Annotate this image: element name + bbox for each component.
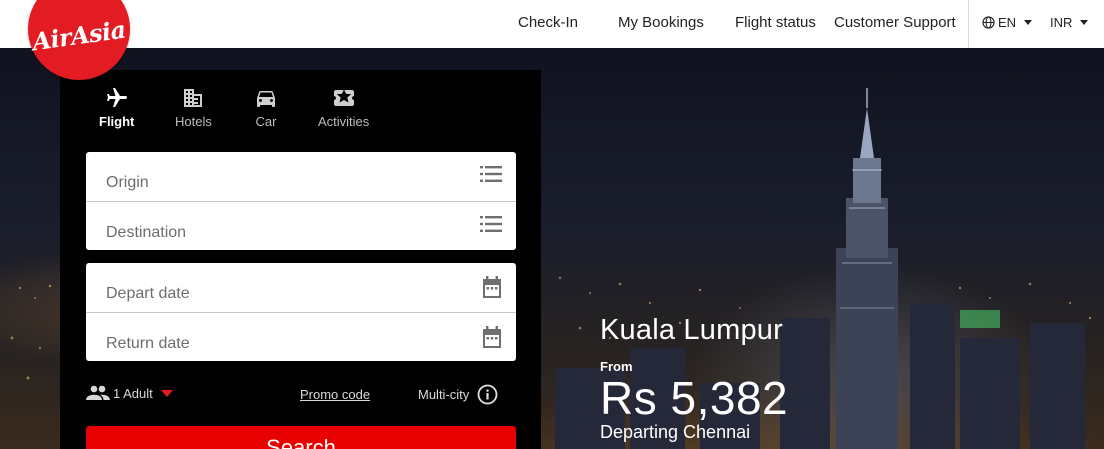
tab-activities-label: Activities xyxy=(318,114,370,129)
multi-city-option[interactable]: Multi-city xyxy=(418,384,498,405)
tab-flight-label: Flight xyxy=(99,114,135,129)
nav-divider xyxy=(968,0,969,48)
language-label: EN xyxy=(998,15,1017,30)
promo-code-link[interactable]: Promo code xyxy=(300,387,370,402)
passenger-count: 1 Adult xyxy=(113,385,153,401)
calendar-icon[interactable] xyxy=(482,326,502,348)
passenger-selector[interactable]: 1 Adult xyxy=(86,385,173,401)
ticket-icon xyxy=(333,89,354,106)
promo-price: Rs 5,382 xyxy=(600,372,789,424)
route-fields: Origin Destination xyxy=(86,152,516,250)
info-icon[interactable] xyxy=(477,384,498,405)
tab-activities[interactable]: Activities xyxy=(318,86,369,129)
currency-label: INR xyxy=(1050,15,1073,30)
top-nav-bar: Check-In My Bookings Flight status Custo… xyxy=(0,0,1104,48)
car-icon xyxy=(257,91,275,107)
origin-field[interactable]: Origin xyxy=(86,152,516,201)
tab-car[interactable]: Car xyxy=(254,86,278,129)
promo-departing: Departing Chennai xyxy=(600,422,751,442)
multi-city-label: Multi-city xyxy=(418,387,470,402)
nav-my-bookings-link[interactable]: My Bookings xyxy=(618,14,704,31)
nav-check-in-link[interactable]: Check-In xyxy=(518,14,578,31)
logo-text: AirAsia xyxy=(30,14,128,56)
depart-date-placeholder: Depart date xyxy=(106,285,190,302)
building-icon xyxy=(184,89,203,107)
tab-hotels-label: Hotels xyxy=(175,114,212,129)
nav-flight-status-link[interactable]: Flight status xyxy=(735,14,816,31)
chevron-down-icon xyxy=(1080,20,1089,25)
tab-flight[interactable]: Flight xyxy=(99,86,134,129)
tab-hotels[interactable]: Hotels xyxy=(175,86,212,129)
chevron-down-icon xyxy=(160,389,173,397)
destination-field[interactable]: Destination xyxy=(86,201,516,250)
destination-promo[interactable]: Kuala Lumpur From Rs 5,382 Departing Che… xyxy=(600,314,788,443)
booking-panel: Flight Hotels Car Activities Origin Dest… xyxy=(60,70,541,449)
date-fields: Depart date Return date xyxy=(86,263,516,361)
destination-placeholder: Destination xyxy=(106,224,187,241)
search-button[interactable]: Search xyxy=(86,426,516,449)
return-date-placeholder: Return date xyxy=(106,335,190,352)
plane-icon xyxy=(106,88,127,107)
people-icon xyxy=(86,385,110,400)
list-icon[interactable] xyxy=(480,165,502,183)
chevron-down-icon xyxy=(1024,20,1033,25)
calendar-icon[interactable] xyxy=(482,276,502,298)
origin-placeholder: Origin xyxy=(106,174,149,191)
currency-selector[interactable]: INR xyxy=(1050,15,1089,30)
tab-car-label: Car xyxy=(255,114,277,129)
nav-customer-support-link[interactable]: Customer Support xyxy=(834,14,956,31)
depart-date-field[interactable]: Depart date xyxy=(86,263,516,312)
promo-destination: Kuala Lumpur xyxy=(600,314,783,346)
globe-icon xyxy=(982,16,995,29)
return-date-field[interactable]: Return date xyxy=(86,312,516,361)
list-icon[interactable] xyxy=(480,215,502,233)
language-selector[interactable]: EN xyxy=(982,15,1033,30)
